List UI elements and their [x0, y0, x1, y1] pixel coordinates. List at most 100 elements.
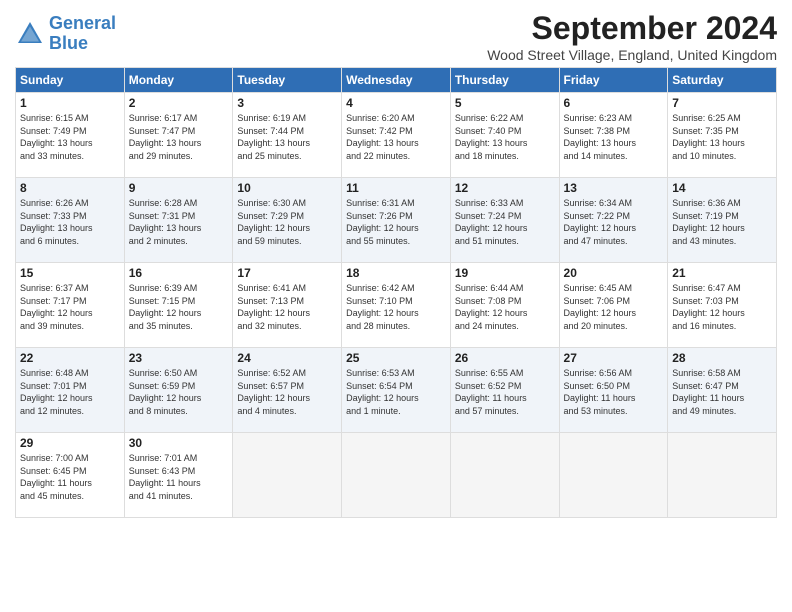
cell-daylight-info: Sunrise: 6:39 AM Sunset: 7:15 PM Dayligh…	[129, 282, 229, 332]
cell-daylight-info: Sunrise: 6:42 AM Sunset: 7:10 PM Dayligh…	[346, 282, 446, 332]
cell-daylight-info: Sunrise: 6:48 AM Sunset: 7:01 PM Dayligh…	[20, 367, 120, 417]
calendar-week-row: 22 Sunrise: 6:48 AM Sunset: 7:01 PM Dayli…	[16, 348, 777, 433]
logo-icon	[15, 19, 45, 49]
day-number: 4	[346, 96, 446, 110]
cell-daylight-info: Sunrise: 6:17 AM Sunset: 7:47 PM Dayligh…	[129, 112, 229, 162]
calendar-cell: 20 Sunrise: 6:45 AM Sunset: 7:06 PM Dayli…	[559, 263, 668, 348]
calendar-cell: 17Sunrise: 6:41 AM Sunset: 7:13 PM Dayli…	[233, 263, 342, 348]
calendar-week-row: 15Sunrise: 6:37 AM Sunset: 7:17 PM Dayli…	[16, 263, 777, 348]
calendar-cell: 7 Sunrise: 6:25 AM Sunset: 7:35 PM Daylig…	[668, 93, 777, 178]
calendar-cell: 12 Sunrise: 6:33 AM Sunset: 7:24 PM Dayli…	[450, 178, 559, 263]
cell-daylight-info: Sunrise: 6:45 AM Sunset: 7:06 PM Dayligh…	[564, 282, 664, 332]
calendar-cell	[450, 433, 559, 518]
calendar-cell: 30Sunrise: 7:01 AM Sunset: 6:43 PM Dayli…	[124, 433, 233, 518]
cell-daylight-info: Sunrise: 6:47 AM Sunset: 7:03 PM Dayligh…	[672, 282, 772, 332]
day-number: 11	[346, 181, 446, 195]
cell-daylight-info: Sunrise: 6:52 AM Sunset: 6:57 PM Dayligh…	[237, 367, 337, 417]
day-number: 13	[564, 181, 664, 195]
weekday-header-cell: Sunday	[16, 68, 125, 93]
day-number: 29	[20, 436, 120, 450]
calendar-week-row: 29 Sunrise: 7:00 AM Sunset: 6:45 PM Dayli…	[16, 433, 777, 518]
cell-daylight-info: Sunrise: 7:01 AM Sunset: 6:43 PM Dayligh…	[129, 452, 229, 502]
day-number: 24	[237, 351, 337, 365]
calendar-cell: 26 Sunrise: 6:55 AM Sunset: 6:52 PM Dayli…	[450, 348, 559, 433]
day-number: 10	[237, 181, 337, 195]
day-number: 2	[129, 96, 229, 110]
calendar-cell: 13 Sunrise: 6:34 AM Sunset: 7:22 PM Dayli…	[559, 178, 668, 263]
calendar-cell: 4 Sunrise: 6:20 AM Sunset: 7:42 PM Daylig…	[342, 93, 451, 178]
calendar-cell: 2 Sunrise: 6:17 AM Sunset: 7:47 PM Daylig…	[124, 93, 233, 178]
calendar-cell: 18Sunrise: 6:42 AM Sunset: 7:10 PM Dayli…	[342, 263, 451, 348]
title-block: September 2024 Wood Street Village, Engl…	[487, 10, 777, 63]
calendar-cell: 8Sunrise: 6:26 AM Sunset: 7:33 PM Daylig…	[16, 178, 125, 263]
day-number: 21	[672, 266, 772, 280]
cell-daylight-info: Sunrise: 6:33 AM Sunset: 7:24 PM Dayligh…	[455, 197, 555, 247]
day-number: 7	[672, 96, 772, 110]
calendar-cell: 29 Sunrise: 7:00 AM Sunset: 6:45 PM Dayli…	[16, 433, 125, 518]
calendar-cell: 3Sunrise: 6:19 AM Sunset: 7:44 PM Daylig…	[233, 93, 342, 178]
day-number: 26	[455, 351, 555, 365]
calendar-cell: 11 Sunrise: 6:31 AM Sunset: 7:26 PM Dayli…	[342, 178, 451, 263]
day-number: 27	[564, 351, 664, 365]
day-number: 22	[20, 351, 120, 365]
cell-daylight-info: Sunrise: 6:44 AM Sunset: 7:08 PM Dayligh…	[455, 282, 555, 332]
calendar-cell: 15Sunrise: 6:37 AM Sunset: 7:17 PM Dayli…	[16, 263, 125, 348]
weekday-header-cell: Saturday	[668, 68, 777, 93]
calendar-cell	[342, 433, 451, 518]
calendar-cell	[559, 433, 668, 518]
calendar-week-row: 8Sunrise: 6:26 AM Sunset: 7:33 PM Daylig…	[16, 178, 777, 263]
day-number: 1	[20, 96, 120, 110]
day-number: 12	[455, 181, 555, 195]
cell-daylight-info: Sunrise: 6:19 AM Sunset: 7:44 PM Dayligh…	[237, 112, 337, 162]
cell-daylight-info: Sunrise: 6:50 AM Sunset: 6:59 PM Dayligh…	[129, 367, 229, 417]
calendar-week-row: 1 Sunrise: 6:15 AM Sunset: 7:49 PM Daylig…	[16, 93, 777, 178]
cell-daylight-info: Sunrise: 6:26 AM Sunset: 7:33 PM Dayligh…	[20, 197, 120, 247]
calendar-table: SundayMondayTuesdayWednesdayThursdayFrid…	[15, 67, 777, 518]
day-number: 25	[346, 351, 446, 365]
logo-text: General Blue	[49, 14, 116, 54]
day-number: 19	[455, 266, 555, 280]
weekday-header-cell: Wednesday	[342, 68, 451, 93]
calendar-cell: 23 Sunrise: 6:50 AM Sunset: 6:59 PM Dayli…	[124, 348, 233, 433]
logo: General Blue	[15, 14, 116, 54]
main-container: General Blue September 2024 Wood Street …	[0, 0, 792, 528]
weekday-header-cell: Friday	[559, 68, 668, 93]
calendar-body: 1 Sunrise: 6:15 AM Sunset: 7:49 PM Daylig…	[16, 93, 777, 518]
calendar-cell: 14Sunrise: 6:36 AM Sunset: 7:19 PM Dayli…	[668, 178, 777, 263]
cell-daylight-info: Sunrise: 6:15 AM Sunset: 7:49 PM Dayligh…	[20, 112, 120, 162]
cell-daylight-info: Sunrise: 6:23 AM Sunset: 7:38 PM Dayligh…	[564, 112, 664, 162]
day-number: 28	[672, 351, 772, 365]
calendar-cell: 5 Sunrise: 6:22 AM Sunset: 7:40 PM Daylig…	[450, 93, 559, 178]
calendar-header-row: SundayMondayTuesdayWednesdayThursdayFrid…	[16, 68, 777, 93]
header: General Blue September 2024 Wood Street …	[15, 10, 777, 63]
day-number: 23	[129, 351, 229, 365]
day-number: 9	[129, 181, 229, 195]
day-number: 15	[20, 266, 120, 280]
calendar-cell: 28 Sunrise: 6:58 AM Sunset: 6:47 PM Dayli…	[668, 348, 777, 433]
calendar-cell: 27 Sunrise: 6:56 AM Sunset: 6:50 PM Dayli…	[559, 348, 668, 433]
calendar-cell: 22 Sunrise: 6:48 AM Sunset: 7:01 PM Dayli…	[16, 348, 125, 433]
day-number: 6	[564, 96, 664, 110]
cell-daylight-info: Sunrise: 6:22 AM Sunset: 7:40 PM Dayligh…	[455, 112, 555, 162]
calendar-cell: 1 Sunrise: 6:15 AM Sunset: 7:49 PM Daylig…	[16, 93, 125, 178]
cell-daylight-info: Sunrise: 6:25 AM Sunset: 7:35 PM Dayligh…	[672, 112, 772, 162]
calendar-cell: 9 Sunrise: 6:28 AM Sunset: 7:31 PM Daylig…	[124, 178, 233, 263]
cell-daylight-info: Sunrise: 6:53 AM Sunset: 6:54 PM Dayligh…	[346, 367, 446, 417]
cell-daylight-info: Sunrise: 6:31 AM Sunset: 7:26 PM Dayligh…	[346, 197, 446, 247]
calendar-cell: 25 Sunrise: 6:53 AM Sunset: 6:54 PM Dayli…	[342, 348, 451, 433]
day-number: 5	[455, 96, 555, 110]
cell-daylight-info: Sunrise: 6:56 AM Sunset: 6:50 PM Dayligh…	[564, 367, 664, 417]
weekday-header-cell: Tuesday	[233, 68, 342, 93]
calendar-cell	[233, 433, 342, 518]
cell-daylight-info: Sunrise: 6:34 AM Sunset: 7:22 PM Dayligh…	[564, 197, 664, 247]
cell-daylight-info: Sunrise: 6:55 AM Sunset: 6:52 PM Dayligh…	[455, 367, 555, 417]
cell-daylight-info: Sunrise: 7:00 AM Sunset: 6:45 PM Dayligh…	[20, 452, 120, 502]
calendar-cell: 16Sunrise: 6:39 AM Sunset: 7:15 PM Dayli…	[124, 263, 233, 348]
month-year-title: September 2024	[487, 10, 777, 47]
day-number: 20	[564, 266, 664, 280]
cell-daylight-info: Sunrise: 6:28 AM Sunset: 7:31 PM Dayligh…	[129, 197, 229, 247]
calendar-cell: 6 Sunrise: 6:23 AM Sunset: 7:38 PM Daylig…	[559, 93, 668, 178]
cell-daylight-info: Sunrise: 6:58 AM Sunset: 6:47 PM Dayligh…	[672, 367, 772, 417]
calendar-cell: 19 Sunrise: 6:44 AM Sunset: 7:08 PM Dayli…	[450, 263, 559, 348]
cell-daylight-info: Sunrise: 6:20 AM Sunset: 7:42 PM Dayligh…	[346, 112, 446, 162]
